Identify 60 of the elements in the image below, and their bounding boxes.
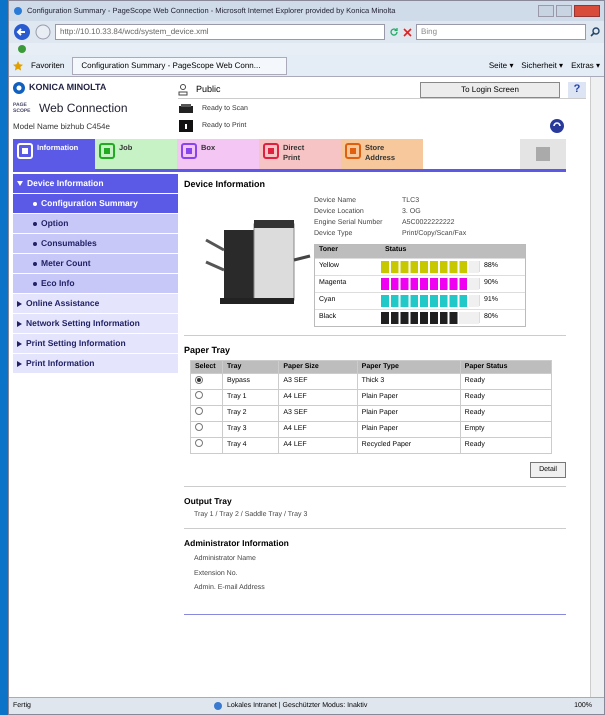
scanner-icon bbox=[178, 103, 194, 115]
command-menu[interactable]: Sicherheit ▾ bbox=[521, 60, 564, 72]
tab-icon bbox=[263, 143, 279, 159]
brand-logo-icon bbox=[13, 82, 25, 94]
tray-radio[interactable] bbox=[195, 376, 203, 384]
section-title: Administrator Information bbox=[184, 537, 290, 550]
stop-icon[interactable] bbox=[403, 28, 412, 36]
back-icon[interactable] bbox=[13, 23, 31, 41]
section-title: Paper Tray bbox=[184, 344, 232, 357]
tray-radio[interactable] bbox=[195, 423, 203, 432]
section-title: Device Information bbox=[184, 178, 266, 191]
disabled-tab-icon bbox=[535, 146, 551, 162]
address-field[interactable]: http://10.10.33.84/wcd/system_device.xml bbox=[55, 24, 385, 40]
forward-icon[interactable] bbox=[35, 24, 51, 40]
collapsed-triangle-icon bbox=[17, 340, 22, 346]
command-menu[interactable]: Seite ▾ bbox=[488, 60, 514, 72]
search-field[interactable]: Bing bbox=[416, 24, 586, 40]
tray-radio[interactable] bbox=[195, 439, 203, 448]
collapsed-triangle-icon bbox=[17, 300, 22, 306]
sidebar-item[interactable]: Consumables bbox=[13, 234, 178, 254]
tab-icon bbox=[345, 143, 361, 159]
bullet-icon bbox=[33, 202, 37, 206]
sidebar-item[interactable]: Configuration Summary bbox=[13, 194, 178, 214]
sidebar-item[interactable]: Print Information bbox=[13, 354, 178, 374]
refresh-icon[interactable] bbox=[550, 119, 564, 133]
bullet-icon bbox=[33, 242, 37, 246]
printer-icon bbox=[178, 119, 194, 133]
tray-radio[interactable] bbox=[195, 407, 203, 416]
expanded-triangle-icon bbox=[17, 180, 23, 186]
sidebar-item[interactable]: Option bbox=[13, 214, 178, 234]
bullet-icon bbox=[33, 282, 37, 286]
product-name: Web Connection bbox=[39, 100, 128, 116]
bullet-icon bbox=[33, 262, 37, 266]
section-title: Output Tray bbox=[184, 495, 233, 508]
sidebar-item[interactable]: Eco Info bbox=[13, 274, 178, 294]
tab-icon bbox=[99, 143, 115, 159]
browser-tab[interactable]: Configuration Summary - PageScope Web Conn... bbox=[72, 56, 288, 74]
login-screen-button[interactable]: To Login Screen bbox=[420, 82, 560, 98]
user-name: Public bbox=[196, 82, 222, 96]
star-icon bbox=[13, 60, 23, 70]
brand-name: KONICA MINOLTA bbox=[29, 81, 106, 94]
favorites-button[interactable]: Favoriten bbox=[31, 60, 64, 72]
scrollbar[interactable] bbox=[590, 77, 604, 697]
sidebar-item[interactable]: Network Setting Information bbox=[13, 314, 178, 334]
bullet-icon bbox=[33, 222, 37, 226]
tab-icon bbox=[181, 143, 197, 159]
search-icon[interactable] bbox=[590, 27, 600, 37]
model-name: Model Name bizhub C454e bbox=[13, 120, 111, 132]
tray-radio[interactable] bbox=[195, 391, 203, 400]
sidebar-item[interactable]: Meter Count bbox=[13, 254, 178, 274]
sidebar-item[interactable]: Online Assistance bbox=[13, 294, 178, 314]
tab-icon bbox=[17, 143, 33, 159]
sidebar-item[interactable]: Device Information bbox=[13, 174, 178, 194]
sidebar-item[interactable]: Print Setting Information bbox=[13, 334, 178, 354]
collapsed-triangle-icon bbox=[17, 360, 22, 366]
user-icon bbox=[178, 84, 188, 96]
help-button[interactable]: ? bbox=[568, 82, 586, 98]
command-menu[interactable]: Extras ▾ bbox=[571, 60, 600, 72]
browser-icon bbox=[13, 6, 23, 16]
collapsed-triangle-icon bbox=[17, 320, 22, 326]
